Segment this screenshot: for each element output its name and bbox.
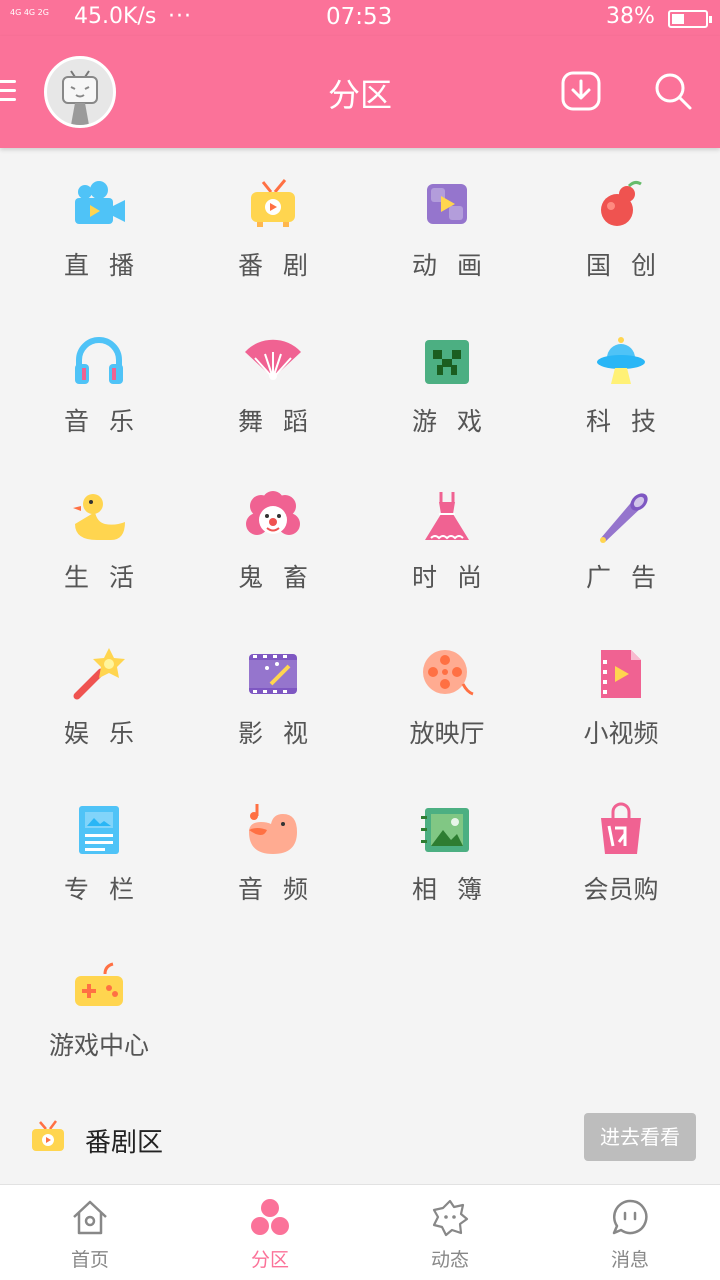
megaphone-icon [600,493,648,543]
video-file-icon [601,650,641,698]
battery-percent: 38% [606,4,655,29]
category-label: 生 活 [64,563,140,592]
category-member-shop[interactable]: 会员购 [534,774,708,930]
download-icon[interactable] [560,70,602,112]
category-kichiku[interactable]: 鬼 畜 [186,462,360,618]
live-camera-icon [75,181,125,224]
category-music[interactable]: 音 乐 [12,306,186,462]
film-reel-icon [423,650,474,696]
tab-label: 分区 [250,1249,289,1271]
category-game[interactable]: 游 戏 [360,306,534,462]
film-icon [249,654,297,694]
status-bar: 4G 4G 2G 45.0K/s ··· 07:53 38% [0,0,720,36]
magic-wand-icon [73,648,125,700]
category-entertainment[interactable]: 娱 乐 [12,618,186,774]
duck-icon [73,494,125,540]
category-label: 娱 乐 [64,719,140,748]
category-label: 时 尚 [412,563,488,592]
shopping-bag-icon [601,802,641,854]
headphones-icon [75,337,123,384]
category-label: 舞 蹈 [238,407,314,436]
category-label: 专 栏 [64,875,140,904]
section-title: 番剧区 [85,1128,164,1158]
category-icon [251,1199,289,1235]
category-bangumi[interactable]: 番 剧 [186,150,360,306]
more-status-icon: ··· [168,4,192,29]
gamepad-icon [75,962,123,1006]
bird-music-icon [249,804,297,854]
tab-messages[interactable]: 消息 [540,1185,720,1280]
category-label: 小视频 [583,719,659,748]
category-label: 广 告 [586,563,662,592]
category-tech[interactable]: 科 技 [534,306,708,462]
animation-icon [427,184,467,224]
clock: 07:53 [326,4,393,30]
gourd-icon [601,180,642,226]
category-movie[interactable]: 影 视 [186,618,360,774]
creeper-icon [425,340,469,384]
fan-icon [245,339,301,380]
category-label: 影 视 [238,719,314,748]
category-label: 放映厅 [409,719,485,748]
search-icon[interactable] [652,70,694,112]
article-icon [79,806,119,854]
photo-album-icon [421,808,469,852]
category-label: 国 创 [586,251,662,280]
category-audio[interactable]: 音 频 [186,774,360,930]
page-title: 分区 [327,76,392,114]
tab-category[interactable]: 分区 [180,1185,360,1280]
home-icon [73,1200,107,1235]
tab-label: 首页 [70,1249,109,1271]
category-short-video[interactable]: 小视频 [534,618,708,774]
dynamic-icon [432,1199,469,1237]
section-header-bangumi: 番剧区 进去看看 [0,1112,720,1172]
category-label: 鬼 畜 [238,563,314,592]
category-label: 番 剧 [238,251,314,280]
enter-section-button[interactable]: 进去看看 [584,1113,696,1161]
category-label: 音 乐 [64,407,140,436]
category-label: 直 播 [64,251,140,280]
tab-label: 消息 [610,1249,649,1271]
app-header: 分区 [0,36,720,148]
category-fashion[interactable]: 时 尚 [360,462,534,618]
category-label: 动 画 [412,251,488,280]
category-label: 音 频 [238,875,314,904]
battery-icon [668,10,712,28]
clown-icon [246,491,300,535]
category-life[interactable]: 生 活 [12,462,186,618]
category-ads[interactable]: 广 告 [534,462,708,618]
category-label: 会员购 [583,875,659,904]
category-cinema[interactable]: 放映厅 [360,618,534,774]
category-animation[interactable]: 动 画 [360,150,534,306]
tv-icon [32,1120,64,1151]
category-dance[interactable]: 舞 蹈 [186,306,360,462]
tab-label: 动态 [430,1249,469,1271]
ufo-icon [597,337,645,384]
category-album[interactable]: 相 簿 [360,774,534,930]
message-icon [612,1199,648,1235]
category-guochuang[interactable]: 国 创 [534,150,708,306]
tab-home[interactable]: 首页 [0,1185,180,1280]
bottom-tab-bar: 首页 分区 动态 消息 [0,1184,720,1280]
dress-icon [425,492,469,540]
tab-dynamic[interactable]: 动态 [360,1185,540,1280]
category-column[interactable]: 专 栏 [12,774,186,930]
tv-icon [251,179,295,227]
category-game-center[interactable]: 游戏中心 [12,930,186,1086]
network-indicator: 4G 4G 2G [10,8,49,17]
category-label: 游戏中心 [48,1031,149,1060]
category-live[interactable]: 直 播 [12,150,186,306]
category-label: 游 戏 [412,407,488,436]
network-speed: 45.0K/s [74,4,157,29]
category-label: 科 技 [586,407,662,436]
category-label: 相 簿 [412,875,488,904]
